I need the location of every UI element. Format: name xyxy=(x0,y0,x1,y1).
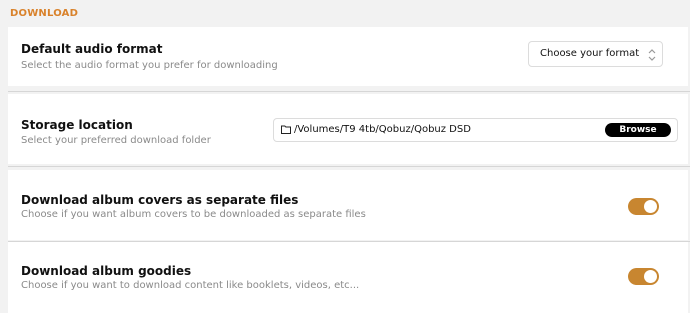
audio-format-select[interactable]: Choose your format xyxy=(528,41,663,67)
album-covers-toggle[interactable] xyxy=(628,198,659,215)
setting-row-audio-format: Default audio format Select the audio fo… xyxy=(8,27,688,86)
storage-subtitle: Select your preferred download folder xyxy=(21,135,211,146)
storage-path-field[interactable]: /Volumes/T9 4tb/Qobuz/Qobuz DSD Browse xyxy=(273,118,678,142)
setting-row-album-covers: Download album covers as separate files … xyxy=(8,170,688,240)
album-goodies-title: Download album goodies xyxy=(21,264,192,278)
album-covers-subtitle: Choose if you want album covers to be do… xyxy=(21,209,366,220)
setting-row-album-goodies: Download album goodies Choose if you wan… xyxy=(8,242,688,313)
album-covers-title: Download album covers as separate files xyxy=(21,193,299,207)
album-goodies-toggle[interactable] xyxy=(628,268,659,285)
toggle-knob xyxy=(644,200,657,213)
chevron-updown-icon xyxy=(648,49,656,61)
browse-button[interactable]: Browse xyxy=(605,123,671,137)
folder-icon xyxy=(281,125,291,134)
section-title: DOWNLOAD xyxy=(10,8,79,19)
audio-format-subtitle: Select the audio format you prefer for d… xyxy=(21,60,278,71)
toggle-knob xyxy=(644,270,657,283)
divider xyxy=(8,91,690,92)
divider xyxy=(8,166,690,167)
setting-row-storage: Storage location Select your preferred d… xyxy=(8,94,688,164)
audio-format-title: Default audio format xyxy=(21,42,163,56)
storage-path-text: /Volumes/T9 4tb/Qobuz/Qobuz DSD xyxy=(294,124,471,135)
audio-format-select-value: Choose your format xyxy=(540,48,640,59)
download-settings-page: DOWNLOAD Default audio format Select the… xyxy=(0,0,690,313)
album-goodies-subtitle: Choose if you want to download content l… xyxy=(21,280,360,291)
storage-title: Storage location xyxy=(21,118,133,132)
